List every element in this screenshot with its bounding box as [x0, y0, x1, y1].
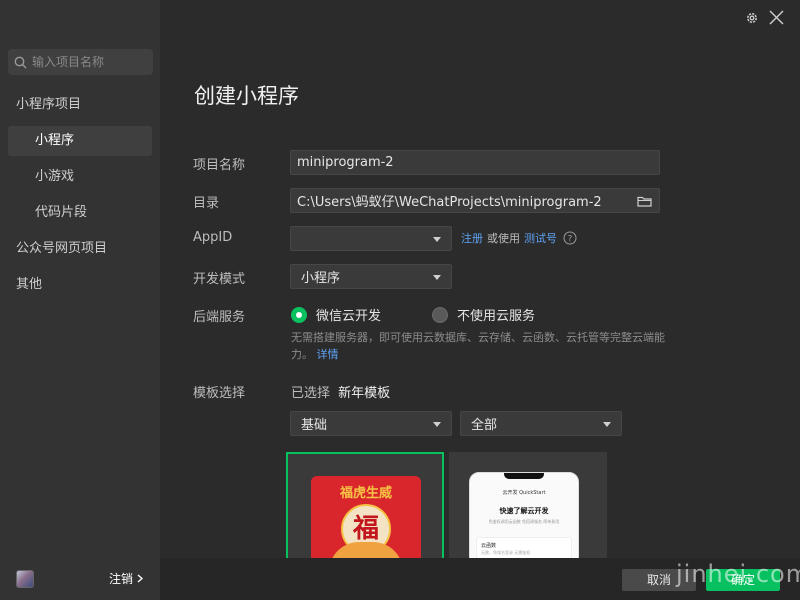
project-name-label: 项目名称	[193, 158, 246, 173]
phone-header: 云开发 QuickStart	[502, 490, 546, 496]
phone-section-title: 云函数	[481, 543, 497, 549]
close-icon[interactable]	[769, 10, 784, 25]
logout-button[interactable]: 注销	[109, 570, 144, 587]
template-selected-prefix: 已选择	[291, 386, 331, 401]
sidebar: 小程序项目 小程序 小游戏 代码片段 公众号网页项目 其他 注销	[0, 0, 160, 600]
backend-hint: 无需搭建服务器，即可使用云数据库、云存储、云函数、云托管等完整云端能力。 详情	[291, 329, 671, 363]
chevron-right-icon	[137, 574, 144, 583]
radio-checked-icon	[291, 306, 307, 323]
template-label: 模板选择	[193, 386, 246, 401]
directory-label: 目录	[193, 196, 220, 211]
template-category-value: 基础	[301, 418, 328, 433]
template-selected: 已选择 新年模板	[291, 382, 390, 401]
chevron-down-icon	[603, 422, 611, 427]
gear-icon[interactable]	[745, 11, 759, 25]
avatar[interactable]	[16, 570, 34, 588]
svg-text:?: ?	[568, 235, 573, 245]
chevron-down-icon	[433, 422, 441, 427]
logout-label: 注销	[109, 572, 134, 586]
phone-title: 快速了解云开发	[499, 507, 549, 515]
backend-hint-text: 无需搭建服务器，即可使用云数据库、云存储、云函数、云托管等完整云端能力。	[291, 331, 665, 361]
sidebar-item-miniprogram[interactable]: 小程序	[8, 126, 152, 156]
test-account-link[interactable]: 测试号	[524, 230, 557, 246]
chevron-down-icon	[433, 275, 441, 280]
register-link[interactable]: 注册	[461, 230, 483, 246]
folder-icon[interactable]	[637, 195, 652, 207]
dev-mode-select[interactable]: 小程序	[290, 264, 452, 289]
appid-select[interactable]	[290, 226, 452, 251]
appid-or-text: 或使用	[487, 232, 520, 245]
poster-banner-text: 福虎生威	[339, 486, 392, 501]
project-name-field[interactable]: miniprogram-2	[290, 150, 660, 175]
phone-subtitle: 免鉴权调用云函数 免搭建服务 简单易用	[488, 519, 560, 524]
project-name-value: miniprogram-2	[297, 155, 394, 170]
watermark: jinhei.com	[676, 560, 800, 588]
chevron-down-icon	[433, 237, 441, 242]
sidebar-item-other[interactable]: 其他	[8, 270, 152, 300]
sidebar-item-miniprogram-projects[interactable]: 小程序项目	[8, 90, 152, 120]
help-icon[interactable]: ?	[563, 231, 577, 245]
search-icon	[14, 56, 27, 68]
backend-label: 后端服务	[193, 310, 246, 325]
radio-unchecked-icon	[432, 306, 448, 323]
search-input[interactable]	[32, 55, 142, 69]
dev-mode-label: 开发模式	[193, 272, 246, 287]
sidebar-item-official-account-web[interactable]: 公众号网页项目	[8, 234, 152, 264]
radio-cloud-dev-label: 微信云开发	[316, 309, 382, 324]
radio-no-cloud-label: 不使用云服务	[457, 309, 536, 324]
template-category-select[interactable]: 基础	[290, 411, 452, 436]
search-box[interactable]	[8, 49, 153, 75]
page-title: 创建小程序	[194, 84, 299, 108]
phone-section-desc: 无需，免域名登录 无需鉴权	[481, 550, 531, 555]
template-scope-select[interactable]: 全部	[460, 411, 622, 436]
template-selected-name: 新年模板	[338, 386, 391, 401]
new-year-poster-image: 福虎生威 福	[311, 476, 421, 560]
directory-value: C:\Users\蚂蚁仔\WeChatProjects\miniprogram-…	[297, 195, 602, 210]
radio-no-cloud[interactable]: 不使用云服务	[432, 305, 535, 324]
details-link[interactable]: 详情	[317, 348, 339, 361]
appid-links: 注册 或使用 测试号 ?	[461, 230, 577, 246]
cloud-quickstart-preview-image: 云开发 QuickStart 快速了解云开发 免鉴权调用云函数 免搭建服务 简单…	[469, 472, 579, 562]
template-card-new-year[interactable]: 福虎生威 福	[286, 452, 444, 562]
template-scope-value: 全部	[471, 418, 498, 433]
window-controls	[745, 10, 784, 25]
directory-field[interactable]: C:\Users\蚂蚁仔\WeChatProjects\miniprogram-…	[290, 188, 660, 213]
template-card-cloud-quickstart[interactable]: 云开发 QuickStart 快速了解云开发 免鉴权调用云函数 免搭建服务 简单…	[449, 452, 607, 562]
appid-label: AppID	[193, 230, 233, 245]
radio-cloud-dev[interactable]: 微信云开发	[291, 305, 381, 324]
phone-notch	[504, 473, 544, 479]
sidebar-item-code-snippet[interactable]: 代码片段	[8, 198, 152, 228]
sidebar-item-minigame[interactable]: 小游戏	[8, 162, 152, 192]
dev-mode-value: 小程序	[301, 271, 341, 286]
